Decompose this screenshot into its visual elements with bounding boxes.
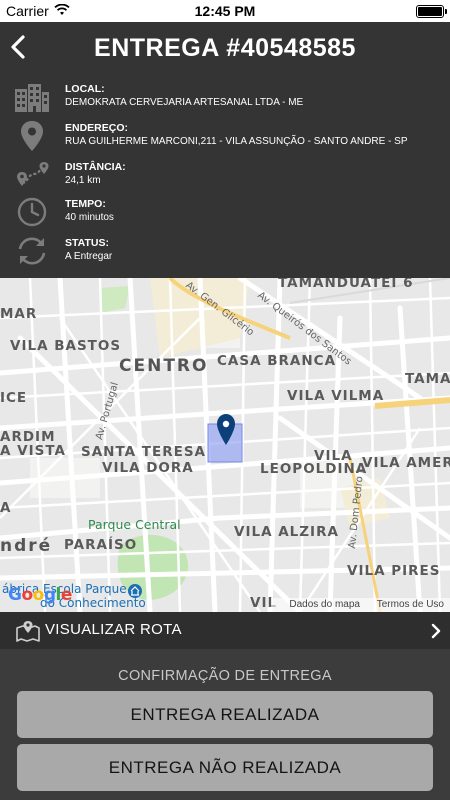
- time-value: 40 minutos: [65, 212, 114, 223]
- delivery-header: ENTREGA #40548585 LOCAL: DEMOKRATA CERVE…: [0, 22, 450, 278]
- map-label: VILA AMER: [362, 455, 450, 471]
- clock-icon: [17, 197, 47, 227]
- map-label: VILA VILMA: [287, 388, 385, 404]
- confirmation-title: CONFIRMAÇÃO DE ENTREGA: [118, 668, 332, 684]
- route-icon: [17, 162, 49, 186]
- map-label: VILA DORA: [102, 460, 194, 476]
- map-label: VILA PIRES: [347, 563, 441, 579]
- local-value: DEMOKRATA CERVEJARIA ARTESANAL LTDA - ME: [65, 97, 304, 108]
- address-label: ENDEREÇO:: [65, 122, 129, 134]
- map-label: CENTRO: [119, 356, 209, 376]
- map-label: A VISTA: [0, 443, 66, 459]
- address-value: RUA GUILHERME MARCONI,211 - VILA ASSUNÇÃ…: [65, 136, 408, 147]
- refresh-icon: [18, 237, 46, 265]
- info-row-local: LOCAL: DEMOKRATA CERVEJARIA ARTESANAL LT…: [0, 79, 450, 117]
- building-icon: [15, 84, 49, 112]
- map-label: LEOPOLDINA: [260, 461, 368, 477]
- map-streets: [0, 278, 450, 612]
- map-label: MAR: [0, 306, 38, 322]
- location-pin-icon: [21, 121, 43, 151]
- info-row-status: STATUS: A Entregar: [0, 233, 450, 271]
- local-label: LOCAL:: [65, 83, 105, 95]
- map-data-link[interactable]: Dados do mapa: [289, 599, 360, 610]
- status-label: STATUS:: [65, 237, 109, 249]
- battery-icon: [416, 5, 447, 18]
- time-label: TEMPO:: [65, 198, 106, 210]
- view-route-button[interactable]: VISUALIZAR ROTA: [0, 612, 450, 649]
- chevron-right-icon: [431, 623, 441, 639]
- page-title: ENTREGA #40548585: [94, 34, 356, 62]
- info-row-time: TEMPO: 40 minutos: [0, 194, 450, 232]
- map-label: ndré: [0, 536, 53, 556]
- map-label: A: [0, 500, 12, 516]
- map-label: TAMANDUATEÍ 6: [278, 278, 414, 291]
- clock-time: 12:45 PM: [194, 3, 256, 19]
- map-route-icon: [16, 621, 40, 642]
- info-row-address: ENDEREÇO: RUA GUILHERME MARCONI,211 - VI…: [0, 118, 450, 156]
- map-label: Parque Central: [88, 517, 181, 532]
- view-route-label: VISUALIZAR ROTA: [45, 621, 182, 638]
- map-label: SANTA TERESA: [81, 444, 206, 460]
- google-logo: Google: [8, 585, 72, 605]
- info-row-distance: DISTÂNCIA: 24,1 km: [0, 157, 450, 195]
- confirmation-panel: CONFIRMAÇÃO DE ENTREGA ENTREGA REALIZADA…: [0, 649, 450, 800]
- delivered-button[interactable]: ENTREGA REALIZADA: [17, 691, 433, 738]
- terms-of-use-link[interactable]: Termos de Uso: [377, 599, 444, 610]
- status-value: A Entregar: [65, 251, 113, 262]
- distance-value: 24,1 km: [65, 175, 101, 186]
- map-label: CASA BRANCA: [217, 353, 337, 369]
- map-label: ICE: [0, 390, 28, 406]
- map-label: VILA ALZIRA: [234, 524, 339, 540]
- map-label: VILA BASTOS: [10, 338, 122, 354]
- status-bar: Carrier 12:45 PM: [0, 0, 450, 22]
- map-attribution: Dados do mapa Termos de Uso: [271, 598, 450, 612]
- map-label: TAMA: [405, 371, 450, 387]
- not-delivered-button[interactable]: ENTREGA NÃO REALIZADA: [17, 744, 433, 791]
- delivery-map[interactable]: TAMANDUATEÍ 6 Av. Queirós dos Santos Av.…: [0, 278, 450, 612]
- distance-label: DISTÂNCIA:: [65, 161, 126, 173]
- map-label: PARAÍSO: [64, 537, 138, 553]
